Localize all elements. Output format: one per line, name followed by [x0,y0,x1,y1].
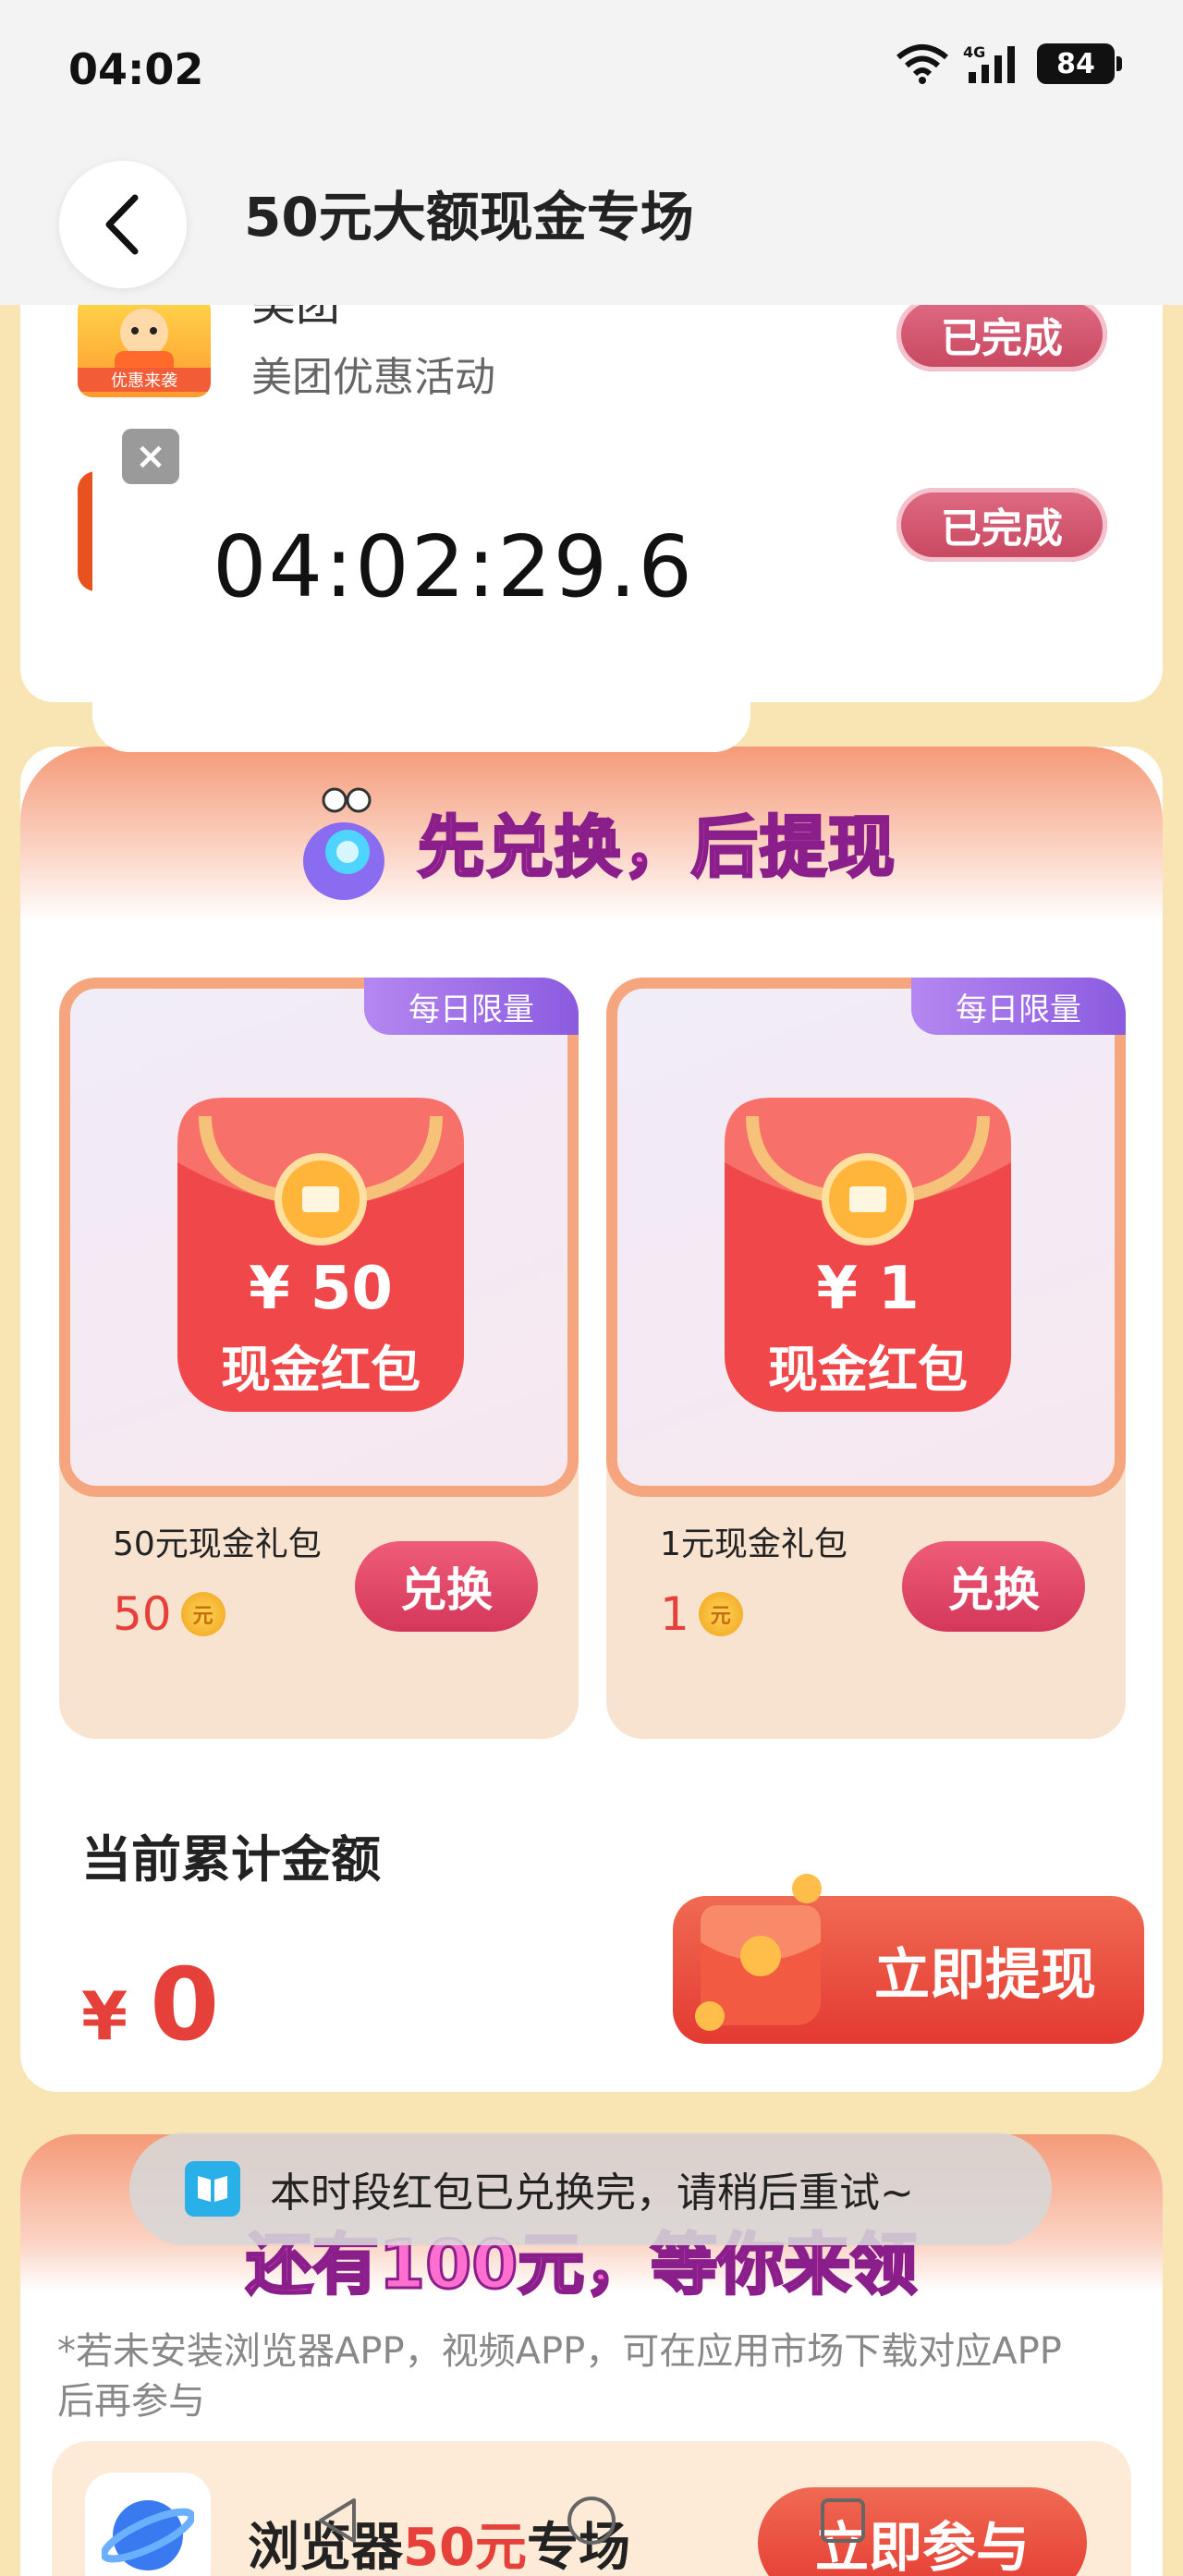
price-value: 50 [113,1587,172,1641]
signal-icon: 4G [963,43,1015,83]
browser-title-prefix: 浏览器 [248,2518,403,2576]
coin-icon: 元 [698,1592,743,1636]
coupon-card: 每日限量 ¥ 1 现金红包 1元现金礼包 1 元 兑换 [606,978,1126,1739]
exchange-title: 先兑换，后提现 [416,808,897,888]
price-value: 1 [660,1587,689,1641]
total-amount-number: 0 [150,1948,220,2063]
wifi-icon [896,44,948,84]
exchange-button[interactable]: 兑换 [355,1541,538,1632]
coupon-image: 每日限量 ¥ 1 现金红包 [606,978,1126,1497]
exchange-section: 先兑换，后提现 每日限量 ¥ 50 现金红包 50元现金礼包 50 元 兑换 每… [20,747,1163,2092]
browser-task-title: 浏览器50元专场 [248,2506,630,2576]
battery-icon: 84 [1037,43,1122,84]
install-note: *若未安装浏览器APP，视频APP，可在应用市场下载对应APP后再参与 [57,2330,1062,2423]
chevron-left-icon [105,194,139,255]
browser-title-highlight: 50元 [403,2518,527,2576]
coupon-card: 每日限量 ¥ 50 现金红包 50元现金礼包 50 元 兑换 [59,978,579,1739]
toast-message: 本时段红包已兑换完，请稍后重试~ [129,2132,1052,2245]
redpack-label: 现金红包 [768,1341,968,1399]
completed-button[interactable]: 已完成 [896,298,1107,371]
red-envelope-icon: ¥ 50 现金红包 [168,1061,473,1440]
browser-app-icon [85,2473,211,2576]
svg-text:4G: 4G [963,43,985,61]
coupon-image: 每日限量 ¥ 50 现金红包 [59,978,579,1497]
status-time: 04:02 [68,44,204,94]
toast-text: 本时段红包已兑换完，请稍后重试~ [270,2169,914,2217]
withdraw-label: 立即提现 [874,1942,1096,2008]
join-button[interactable]: 立即参与 [758,2487,1087,2576]
app-icon-label: 优惠来袭 [78,368,211,392]
coupon-price: 1 元 [660,1587,743,1641]
task-description: 美团优惠活动 [251,354,495,401]
withdraw-button[interactable]: 立即提现 [673,1874,1144,2044]
redpack-label: 现金红包 [221,1341,421,1399]
currency-symbol: ¥ [81,1977,128,2055]
red-envelope-icon: ¥ 1 现金红包 [715,1061,1020,1440]
status-icons: 4G 84 [895,43,1122,85]
timer-display: 04:02:29.6 [213,517,694,616]
exchange-button[interactable]: 兑换 [902,1541,1085,1632]
daily-limit-badge: 每日限量 [364,978,579,1035]
daily-limit-badge: 每日限量 [911,978,1126,1035]
total-amount-value: ¥ 0 [81,1948,219,2063]
browser-title-suffix: 专场 [526,2518,630,2576]
timer-overlay: × 04:02:29.6 [92,416,750,752]
coupon-name: 1元现金礼包 [660,1525,848,1563]
completed-button[interactable]: 已完成 [896,488,1107,562]
redpack-amount: ¥ 50 [249,1255,393,1323]
redpack-amount: ¥ 1 [816,1255,920,1323]
browser-task-row: 浏览器50元专场 立即参与 [52,2441,1131,2576]
page-title: 50元大额现金专场 [244,186,694,249]
total-amount-label: 当前累计金额 [81,1830,381,1889]
coupon-name: 50元现金礼包 [113,1525,322,1563]
coin-icon: 元 [180,1592,226,1636]
coupon-price: 50 元 [113,1587,226,1641]
meituan-app-icon: 优惠来袭 [78,296,211,397]
book-icon [185,2161,240,2217]
close-icon[interactable]: × [122,429,179,484]
status-bar: 04:02 4G 84 [0,0,1183,139]
mascot-icon [303,787,384,900]
page-header: 50元大额现金专场 [0,139,1183,305]
red-envelope-coin-icon [695,1874,822,2031]
back-button[interactable] [59,161,187,288]
